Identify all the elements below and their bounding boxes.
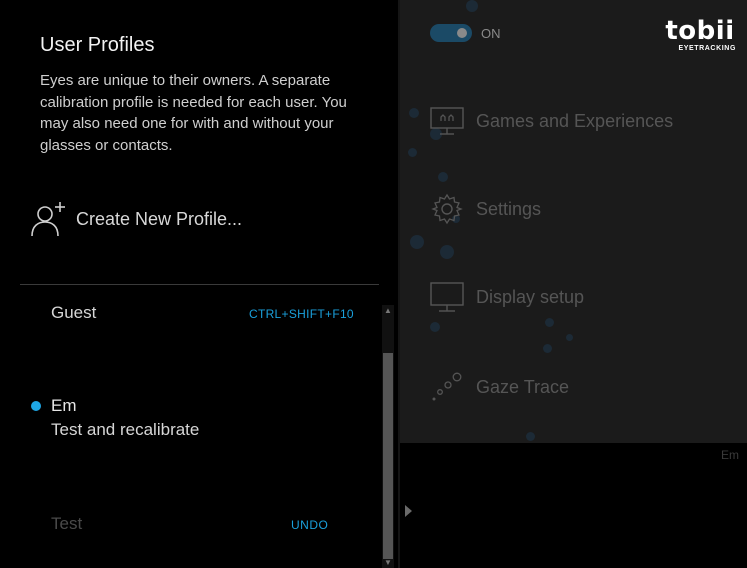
games-monitor-icon: [430, 107, 464, 135]
eyetracking-toggle[interactable]: [430, 24, 472, 42]
divider: [20, 284, 379, 285]
page-title: User Profiles: [40, 34, 155, 56]
active-profile-indicator: [31, 401, 41, 411]
logo-wordmark: tobii: [665, 16, 735, 46]
user-profiles-panel: User Profiles Eyes are unique to their o…: [0, 0, 398, 568]
tobii-logo: tobii EYETRACKING: [664, 17, 736, 52]
scroll-thumb[interactable]: [383, 353, 393, 559]
expand-arrow-icon[interactable]: [405, 505, 412, 517]
menu-item-settings[interactable]: Settings: [430, 192, 541, 226]
profile-shortcut: CTRL+SHIFT+F10: [249, 307, 354, 321]
profiles-description: Eyes are unique to their owners. A separ…: [40, 72, 347, 154]
create-profile-button[interactable]: Create New Profile...: [28, 198, 242, 240]
menu-label: Gaze Trace: [476, 376, 570, 397]
menu-item-games[interactable]: Games and Experiences: [430, 104, 673, 138]
menu-label: Games and Experiences: [476, 110, 674, 131]
status-area: Em: [400, 443, 747, 568]
gaze-trace-icon: [432, 372, 462, 401]
current-user-label: Em: [721, 448, 739, 462]
profile-name: Guest: [51, 303, 97, 322]
scroll-down-arrow-icon[interactable]: ▼: [382, 557, 394, 568]
scroll-up-arrow-icon[interactable]: ▲: [382, 305, 394, 317]
app-background-panel: ON tobii EYETRACKING Games and Experienc…: [400, 0, 747, 443]
toggle-label: ON: [481, 26, 501, 41]
menu-label: Display setup: [476, 286, 585, 307]
undo-button[interactable]: UNDO: [291, 518, 328, 532]
create-profile-label: Create New Profile...: [76, 208, 243, 229]
menu-item-gaze-trace[interactable]: Gaze Trace: [430, 370, 569, 404]
gear-icon: [431, 193, 463, 225]
logo-subtitle: EYETRACKING: [678, 45, 736, 52]
menu-item-display-setup[interactable]: Display setup: [430, 280, 584, 314]
monitor-icon: [430, 282, 464, 312]
add-user-icon: [31, 202, 65, 237]
toggle-knob: [457, 28, 467, 38]
test-recalibrate-link[interactable]: Test and recalibrate: [51, 420, 199, 440]
profile-name: Em: [51, 396, 77, 415]
profiles-scrollbar[interactable]: ▲ ▼: [382, 305, 394, 568]
profile-name: Test: [51, 514, 83, 533]
menu-label: Settings: [476, 198, 542, 219]
